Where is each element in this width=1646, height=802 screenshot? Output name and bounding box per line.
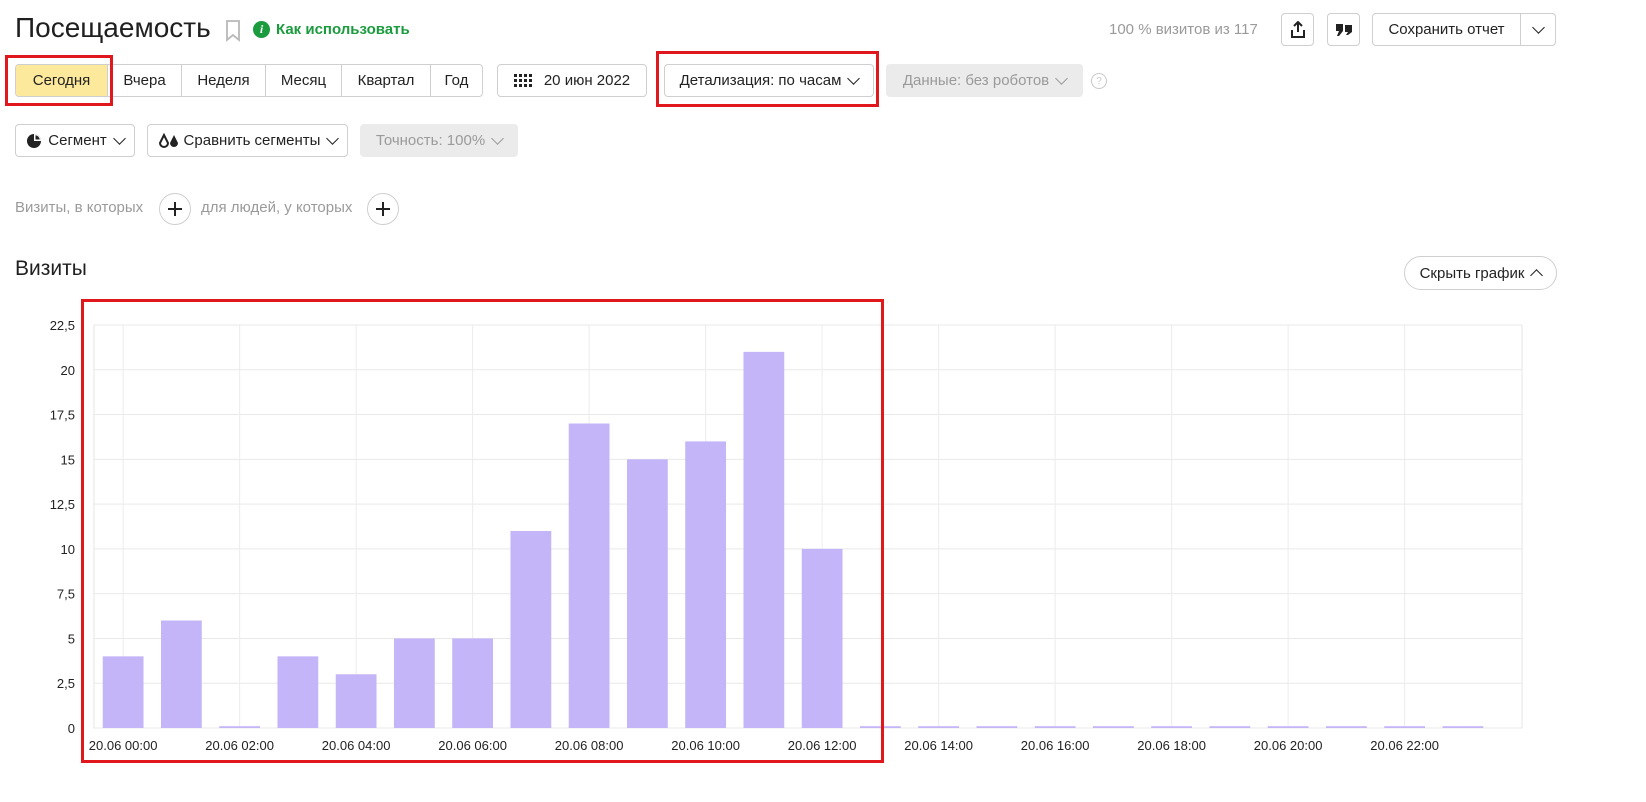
visits-chart: 0 2,5 5 7,5 10 12,5 15 17,5 20 22,5 20.06 00:00 20.… bbox=[50, 318, 1523, 753]
x-tick-label: 20.06 14:00 bbox=[904, 738, 973, 753]
info-icon: i bbox=[253, 21, 270, 38]
y-tick-label: 20 bbox=[61, 363, 75, 378]
visits-filter-label: Визиты, в которых bbox=[15, 199, 144, 216]
hide-chart-button[interactable]: Скрыть график bbox=[1404, 256, 1557, 290]
date-label: 20 июн 2022 bbox=[543, 72, 631, 89]
y-tick-label: 7,5 bbox=[57, 587, 75, 602]
y-tick-label: 5 bbox=[68, 631, 75, 646]
plus-icon bbox=[168, 202, 182, 216]
period-week[interactable]: Неделя bbox=[181, 65, 265, 96]
period-today[interactable]: Сегодня bbox=[16, 65, 107, 96]
chart-bar bbox=[918, 726, 960, 728]
y-tick-label: 0 bbox=[68, 721, 75, 736]
x-tick-label: 20.06 06:00 bbox=[438, 738, 507, 753]
data-filter-label: Данные: без роботов bbox=[902, 72, 1050, 89]
save-report-label: Сохранить отчет bbox=[1388, 21, 1505, 38]
chevron-down-icon bbox=[847, 71, 861, 85]
chevron-down-icon bbox=[1055, 71, 1069, 85]
chart-bar bbox=[510, 530, 552, 728]
export-button[interactable] bbox=[1281, 13, 1314, 46]
chart-bar bbox=[743, 351, 785, 728]
chart-bar bbox=[1151, 726, 1193, 728]
period-year[interactable]: Год bbox=[430, 65, 482, 96]
detail-label: Детализация: по часам bbox=[679, 72, 842, 89]
chevron-down-icon bbox=[491, 131, 505, 145]
chart-bar bbox=[1384, 726, 1426, 728]
chart-bar bbox=[452, 638, 494, 728]
x-tick-label: 20.06 08:00 bbox=[555, 738, 624, 753]
x-tick-label: 20.06 00:00 bbox=[89, 738, 158, 753]
accuracy-dropdown[interactable]: Точность: 100% bbox=[360, 124, 518, 157]
x-tick-label: 20.06 12:00 bbox=[788, 738, 857, 753]
period-selector: Сегодня Вчера Неделя Месяц Квартал Год bbox=[15, 64, 483, 97]
chart-bar bbox=[801, 548, 843, 728]
chevron-up-icon bbox=[1530, 268, 1544, 282]
section-title: Визиты bbox=[15, 257, 87, 280]
y-tick-label: 17,5 bbox=[50, 408, 75, 423]
chevron-down-icon bbox=[112, 131, 126, 145]
how-to-use-label: Как использовать bbox=[276, 21, 410, 38]
chart-bar bbox=[976, 726, 1018, 728]
period-month[interactable]: Месяц bbox=[265, 65, 341, 96]
chart-bar bbox=[1034, 726, 1076, 728]
chart-bar bbox=[626, 459, 668, 728]
x-tick-label: 20.06 10:00 bbox=[671, 738, 740, 753]
visits-info: 100 % визитов из 117 bbox=[1109, 21, 1258, 38]
how-to-use-link[interactable]: i Как использовать bbox=[253, 21, 410, 38]
chart-bar bbox=[160, 620, 202, 728]
hide-chart-label: Скрыть график bbox=[1419, 264, 1525, 282]
y-tick-label: 12,5 bbox=[50, 497, 75, 512]
y-tick-label: 15 bbox=[61, 452, 75, 467]
x-tick-label: 20.06 02:00 bbox=[205, 738, 274, 753]
save-report-button[interactable]: Сохранить отчет bbox=[1372, 13, 1521, 46]
chevron-down-icon bbox=[1531, 20, 1545, 34]
bookmark-icon[interactable] bbox=[225, 20, 241, 42]
add-visit-filter-button[interactable] bbox=[159, 193, 191, 225]
accuracy-label: Точность: 100% bbox=[375, 132, 486, 149]
chevron-down-icon bbox=[326, 131, 340, 145]
period-yesterday[interactable]: Вчера bbox=[107, 65, 181, 96]
quote-button[interactable] bbox=[1327, 13, 1360, 46]
pie-chart-icon bbox=[27, 133, 42, 148]
chart-bar bbox=[1209, 726, 1251, 728]
segment-dropdown[interactable]: Сегмент bbox=[15, 124, 135, 157]
x-tick-label: 20.06 16:00 bbox=[1021, 738, 1090, 753]
chart-bar bbox=[1092, 726, 1134, 728]
help-icon[interactable]: ? bbox=[1091, 73, 1107, 89]
chart-bar bbox=[335, 674, 377, 728]
detail-dropdown[interactable]: Детализация: по часам bbox=[664, 64, 874, 97]
segment-label: Сегмент bbox=[48, 132, 107, 149]
x-tick-label: 20.06 04:00 bbox=[322, 738, 391, 753]
chart-bar bbox=[859, 726, 901, 728]
people-filter-label: для людей, у которых bbox=[201, 199, 353, 216]
chart-bar bbox=[1267, 726, 1309, 728]
chart-bar bbox=[685, 441, 727, 728]
y-tick-label: 2,5 bbox=[57, 676, 75, 691]
compare-label: Сравнить сегменты bbox=[183, 132, 321, 149]
chart-bar bbox=[393, 638, 435, 728]
add-people-filter-button[interactable] bbox=[367, 193, 399, 225]
save-report-dropdown[interactable] bbox=[1520, 13, 1556, 46]
y-tick-label: 10 bbox=[61, 542, 75, 557]
chart-bar bbox=[277, 656, 319, 728]
chart-bar bbox=[102, 656, 144, 728]
chart-bar bbox=[568, 423, 610, 728]
x-tick-label: 20.06 20:00 bbox=[1254, 738, 1323, 753]
page-title: Посещаемость bbox=[15, 12, 211, 43]
plus-icon bbox=[376, 202, 390, 216]
calendar-icon bbox=[513, 73, 532, 87]
quote-icon bbox=[1335, 23, 1352, 36]
chart-bar bbox=[1442, 726, 1484, 728]
period-quarter[interactable]: Квартал bbox=[341, 65, 430, 96]
compare-segments-dropdown[interactable]: Сравнить сегменты bbox=[147, 124, 348, 157]
chart-bar bbox=[1325, 726, 1367, 728]
y-tick-label: 22,5 bbox=[50, 318, 75, 333]
chart-bar bbox=[219, 726, 261, 728]
x-tick-label: 20.06 22:00 bbox=[1370, 738, 1439, 753]
upload-icon bbox=[1290, 20, 1305, 38]
compare-icon bbox=[158, 132, 178, 148]
x-tick-label: 20.06 18:00 bbox=[1137, 738, 1206, 753]
data-filter-dropdown[interactable]: Данные: без роботов bbox=[886, 64, 1083, 97]
date-picker-button[interactable]: 20 июн 2022 bbox=[497, 64, 647, 97]
